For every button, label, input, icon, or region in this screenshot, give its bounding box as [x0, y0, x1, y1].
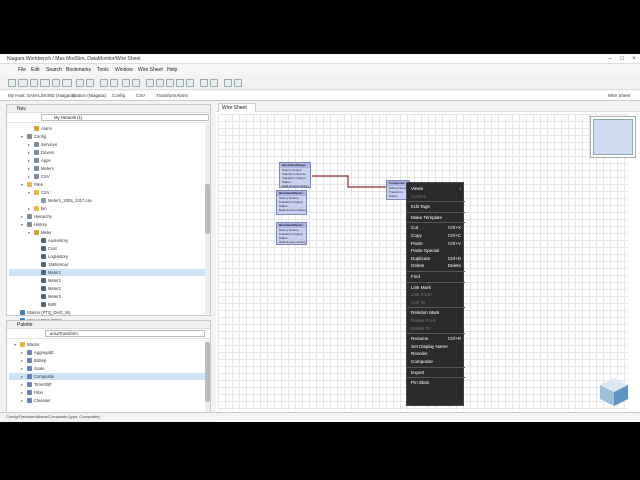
context-menu-item-label: Relation Mark	[411, 310, 440, 316]
context-menu-item-label: Relate From	[411, 318, 437, 323]
context-menu-shortcut: Ctrl+V	[448, 240, 461, 246]
context-menu-item-label: Relate To	[411, 325, 431, 331]
context-menu-shortcut: Ctrl+X	[448, 225, 461, 231]
context-menu-item[interactable]: Composite	[407, 358, 465, 366]
context-menu: Views › Actions Edit Tags Make Template Cut Ct…	[406, 182, 465, 406]
context-menu-item-label: Export	[411, 369, 425, 375]
context-menu-item-label: Composite	[411, 359, 433, 364]
context-menu-item-label: Pin Slots	[411, 380, 430, 386]
context-menu-shortcut: Delete	[447, 263, 461, 269]
context-menu-shortcut: Ctrl+R	[447, 336, 461, 342]
menu-separator	[407, 333, 465, 335]
context-menu-item-label: Find	[411, 274, 420, 279]
context-menu-shortcut: Ctrl+C	[447, 233, 461, 238]
context-menu-item[interactable]: Find	[407, 273, 465, 281]
context-menu-item-label: Cut	[411, 225, 419, 231]
context-menu-item: Link To	[407, 299, 465, 307]
menu-separator	[407, 201, 465, 203]
menu-separator	[407, 211, 465, 213]
context-menu-shortcut: Ctrl+D	[447, 255, 461, 261]
context-menu-item-label: Set Display Name	[411, 343, 448, 349]
niagara-logo-icon	[600, 378, 628, 406]
context-menu-item-label: Copy	[411, 233, 422, 238]
context-menu-item-label: Delete	[411, 263, 425, 269]
context-menu-item[interactable]: Edit Tags	[407, 203, 465, 211]
context-menu-item[interactable]: Delete Delete	[407, 262, 465, 270]
context-menu-item: Actions	[407, 193, 465, 201]
wire-sheet-minimap[interactable]	[590, 116, 636, 158]
context-menu-item-label: Paste	[411, 240, 423, 246]
wire-link	[312, 175, 388, 188]
context-menu-item[interactable]: Make Template	[407, 214, 465, 222]
component-block-1[interactable]: BitsAlarmMaster History Source Transform…	[279, 162, 311, 188]
context-menu-item-label: Views	[411, 186, 424, 191]
context-menu-item-label: Rename	[411, 336, 429, 342]
context-menu-item-label: Link From	[411, 292, 432, 298]
menu-separator	[407, 222, 465, 224]
context-menu-item-label: Edit Tags	[411, 204, 430, 210]
menu-separator	[407, 271, 465, 272]
context-menu-item-label: Reorder	[411, 351, 428, 357]
menu-separator	[407, 366, 465, 368]
context-menu-item-label: Actions	[411, 193, 427, 199]
component-block-3[interactable]: BitsAlarmMaster History Source Transform…	[276, 222, 307, 245]
component-block-2[interactable]: BitsAlarmMaster History Source Transform…	[276, 190, 307, 215]
context-menu-shortcut: ›	[459, 186, 461, 191]
context-menu-item-label: Make Template	[411, 214, 443, 220]
context-menu-item: Relate To	[407, 325, 465, 333]
menu-separator	[407, 307, 465, 309]
context-menu-item[interactable]: Export	[407, 369, 465, 377]
context-menu-item-label: Link To	[411, 299, 426, 305]
menu-separator	[407, 377, 465, 379]
menu-separator	[407, 281, 465, 283]
context-menu-item-label: Paste Special	[411, 248, 440, 254]
status-bar: Config/TransformAlarm/Composite [type: C…	[0, 412, 640, 420]
workbench-window: Niagara Workbench / Mas ModSim, DataMoni…	[0, 54, 640, 422]
context-menu-item[interactable]: Pin Slots	[407, 379, 465, 387]
minimap-viewport[interactable]	[593, 119, 633, 155]
context-menu-item-label: Duplicate	[411, 255, 431, 261]
context-menu-item-label: Link Mark	[411, 284, 431, 290]
